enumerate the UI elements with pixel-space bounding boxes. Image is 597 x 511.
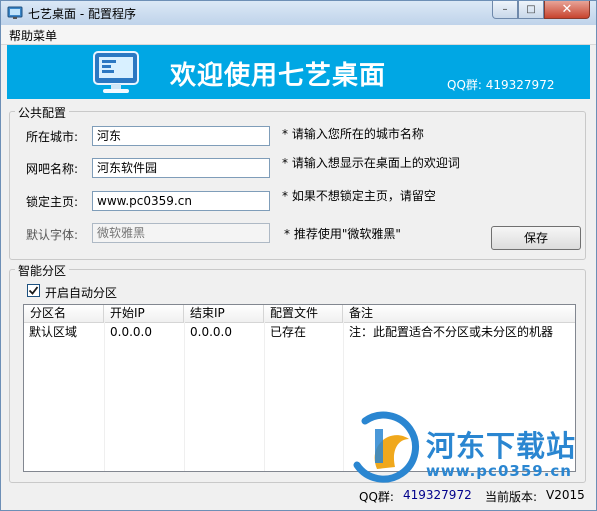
column-header-config-file[interactable]: 配置文件 — [264, 305, 343, 322]
column-header-name[interactable]: 分区名 — [24, 305, 104, 322]
cell-config-file: 已存在 — [270, 325, 307, 339]
watermark-logo — [353, 411, 419, 483]
close-icon: ✕ — [561, 2, 573, 17]
table-header: 分区名 开始IP 结束IP 配置文件 备注 — [24, 305, 575, 323]
monitor-icon — [93, 51, 139, 93]
auto-partition-label[interactable]: 开启自动分区 — [45, 284, 117, 301]
banner-qq: QQ群: 419327972 — [447, 78, 555, 92]
minimize-icon: – — [502, 4, 508, 15]
watermark-name: 河东下载站 — [426, 429, 577, 463]
city-hint: * 请输入您所在的城市名称 — [282, 127, 424, 141]
close-button[interactable]: ✕ — [544, 1, 590, 19]
bar-name-hint: * 请输入想显示在桌面上的欢迎词 — [282, 156, 460, 170]
cell-note: 注：此配置适合不分区或未分区的机器 — [349, 325, 554, 339]
public-config-legend: 公共配置 — [15, 104, 70, 121]
smart-partition-legend: 智能分区 — [15, 262, 70, 279]
banner: 欢迎使用七艺桌面 QQ群: 419327972 — [7, 45, 590, 99]
font-hint: * 推荐使用"微软雅黑" — [284, 227, 401, 241]
status-version: V2015 — [546, 488, 585, 502]
save-button[interactable]: 保存 — [491, 226, 581, 250]
column-header-end-ip[interactable]: 结束IP — [184, 305, 264, 322]
homepage-input[interactable]: www.pc0359.cn — [92, 191, 270, 211]
status-version-label: 当前版本: — [485, 490, 538, 504]
city-label: 所在城市: — [26, 130, 79, 144]
column-header-start-ip[interactable]: 开始IP — [104, 305, 184, 322]
column-divider — [343, 322, 344, 471]
banner-title: 欢迎使用七艺桌面 — [170, 61, 387, 91]
cell-start-ip: 0.0.0.0 — [110, 325, 152, 339]
status-qq-link[interactable]: 419327972 — [403, 488, 472, 502]
cell-name: 默认区域 — [29, 325, 78, 339]
watermark-url: www.pc0359.cn — [426, 462, 572, 480]
status-qq-label: QQ群: — [359, 490, 394, 504]
title-bar[interactable]: 七艺桌面 - 配置程序 – □ ✕ — [1, 1, 596, 25]
city-input[interactable]: 河东 — [92, 126, 270, 146]
bar-name-label: 网吧名称: — [26, 162, 79, 176]
maximize-button[interactable]: □ — [518, 1, 544, 19]
minimize-button[interactable]: – — [492, 1, 518, 19]
status-bar: QQ群: 419327972 当前版本: V2015 — [1, 483, 596, 510]
menu-help[interactable]: 帮助菜单 — [9, 27, 57, 44]
font-input: 微软雅黑 — [92, 223, 270, 243]
column-header-note[interactable]: 备注 — [343, 305, 575, 322]
menu-bar: 帮助菜单 — [1, 25, 596, 45]
column-divider — [264, 322, 265, 471]
font-label: 默认字体: — [26, 228, 79, 242]
homepage-hint: * 如果不想锁定主页，请留空 — [282, 189, 436, 203]
config-window: 七艺桌面 - 配置程序 – □ ✕ 帮助菜单 欢迎使用七艺桌面 QQ群: 419… — [0, 0, 597, 511]
column-divider — [104, 322, 105, 471]
checkmark-icon — [28, 286, 39, 295]
column-divider — [184, 322, 185, 471]
window-title: 七艺桌面 - 配置程序 — [28, 7, 136, 21]
cell-end-ip: 0.0.0.0 — [190, 325, 232, 339]
bar-name-input[interactable]: 河东软件园 — [92, 158, 270, 178]
app-icon — [7, 6, 23, 19]
maximize-icon: □ — [526, 4, 536, 15]
homepage-label: 锁定主页: — [26, 195, 79, 209]
auto-partition-checkbox[interactable] — [27, 284, 40, 297]
